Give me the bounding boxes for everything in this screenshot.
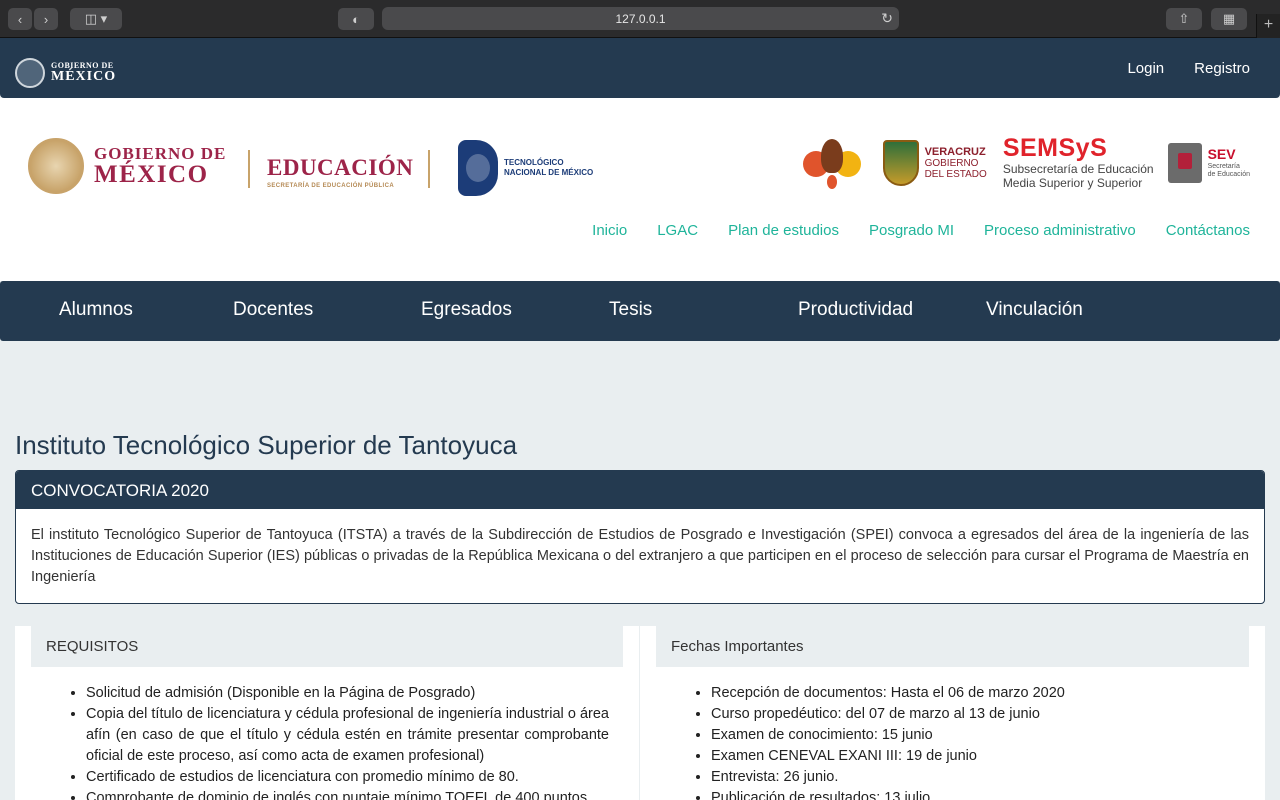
nav-inicio[interactable]: Inicio bbox=[592, 222, 627, 239]
nav-contactanos[interactable]: Contáctanos bbox=[1166, 222, 1250, 239]
gob-line2: MÉXICO bbox=[94, 161, 209, 188]
veracruz-logo: VERACRUZ GOBIERNO DEL ESTADO bbox=[882, 140, 987, 187]
veracruz-shield-icon bbox=[882, 140, 919, 187]
semsys-title: SEMSyS bbox=[1002, 134, 1108, 162]
logo-big-text: MÉXICO bbox=[51, 69, 117, 84]
gob-line1: GOBIERNO DE bbox=[94, 144, 227, 163]
page-title: Instituto Tecnológico Superior de Tantoy… bbox=[15, 430, 518, 460]
semsys-logo: SEMSyS Subsecretaría de Educación Media … bbox=[1003, 136, 1154, 191]
registro-link[interactable]: Registro bbox=[1194, 60, 1250, 77]
address-bar[interactable]: 127.0.0.1 ↻ bbox=[382, 7, 899, 30]
browser-toolbar: ‹ › ◫ ▾ ◐ 127.0.0.1 ↻ ⇧ ▦ + bbox=[0, 0, 1280, 38]
fechas-list: Recepción de documentos: Hasta el 06 de … bbox=[695, 683, 1235, 800]
nav-plan-de-estudios[interactable]: Plan de estudios bbox=[728, 222, 839, 239]
list-item: Certificado de estudios de licenciatura … bbox=[86, 767, 609, 788]
fechas-header: Fechas Importantes bbox=[656, 626, 1249, 667]
new-tab-button[interactable]: + bbox=[1256, 14, 1280, 38]
list-item: Recepción de documentos: Hasta el 06 de … bbox=[711, 683, 1235, 704]
sev-line1: Secretaría bbox=[1207, 162, 1240, 170]
educacion-title: EDUCACIÓN bbox=[267, 155, 414, 180]
sev-logo: SEV Secretaría de Educación bbox=[1167, 143, 1250, 184]
reload-icon[interactable]: ↻ bbox=[881, 10, 893, 27]
requisitos-header: REQUISITOS bbox=[31, 626, 623, 667]
veracruz-line1: VERACRUZ bbox=[924, 146, 986, 159]
list-item: Entrevista: 26 junio. bbox=[711, 767, 1235, 788]
convocatoria-body: El instituto Tecnológico Superior de Tan… bbox=[31, 527, 1249, 585]
login-link[interactable]: Login bbox=[1127, 60, 1164, 77]
gob-mx-logo[interactable]: GOBIERNO DE MÉXICO bbox=[15, 58, 116, 88]
nav-lgac[interactable]: LGAC bbox=[657, 222, 698, 239]
main-nav: Alumnos Docentes Egresados Tesis Product… bbox=[0, 281, 1280, 341]
institution-logo-icon bbox=[799, 137, 865, 190]
list-item: Curso propedéutico: del 07 de marzo al 1… bbox=[711, 704, 1235, 725]
veracruz-line3: DEL ESTADO bbox=[924, 169, 987, 181]
tab-overview-button[interactable]: ▦ bbox=[1211, 8, 1247, 30]
top-nav: Inicio LGAC Plan de estudios Posgrado MI… bbox=[592, 222, 1250, 239]
requisitos-list: Solicitud de admisión (Disponible en la … bbox=[70, 683, 609, 800]
tecnm-gear-icon bbox=[458, 140, 498, 196]
mainnav-alumnos[interactable]: Alumnos bbox=[59, 299, 133, 321]
fechas-panel: Fechas Importantes Recepción de document… bbox=[640, 626, 1265, 800]
requisitos-panel: REQUISITOS Solicitud de admisión (Dispon… bbox=[15, 626, 639, 800]
gov-bar: GOBIERNO DE MÉXICO Login Registro bbox=[0, 38, 1280, 98]
convocatoria-header: CONVOCATORIA 2020 bbox=[16, 471, 1264, 509]
back-button[interactable]: ‹ bbox=[8, 8, 32, 30]
logo-divider bbox=[428, 150, 430, 188]
eagle-seal-icon bbox=[28, 138, 84, 194]
list-item: Examen de conocimiento: 15 junio bbox=[711, 725, 1235, 746]
list-item: Publicación de resultados: 13 julio bbox=[711, 788, 1235, 800]
mainnav-productividad[interactable]: Productividad bbox=[798, 299, 913, 321]
mainnav-docentes[interactable]: Docentes bbox=[233, 299, 313, 321]
nav-proceso-administrativo[interactable]: Proceso administrativo bbox=[984, 222, 1136, 239]
sev-line2: de Educación bbox=[1207, 171, 1250, 179]
semsys-line2: Media Superior y Superior bbox=[1002, 175, 1143, 190]
veracruz-line2: GOBIERNO bbox=[924, 158, 979, 170]
sev-title: SEV bbox=[1207, 145, 1236, 162]
tecnm-line1: TECNOLÓGICO bbox=[504, 158, 564, 167]
list-item: Solicitud de admisión (Disponible en la … bbox=[86, 683, 609, 704]
educacion-logo: EDUCACIÓN SECRETARÍA DE EDUCACIÓN PÚBLIC… bbox=[267, 156, 413, 189]
site-header: GOBIERNO DE MÉXICO EDUCACIÓN SECRETARÍA … bbox=[0, 98, 1280, 281]
eagle-seal-icon bbox=[15, 58, 45, 88]
educacion-subtitle: SECRETARÍA DE EDUCACIÓN PÚBLICA bbox=[267, 183, 395, 189]
share-button[interactable]: ⇧ bbox=[1166, 8, 1202, 30]
sidebar-toggle-button[interactable]: ◫ ▾ bbox=[70, 8, 122, 30]
tecnm-logo: TECNOLÓGICO NACIONAL DE MÉXICO bbox=[458, 140, 593, 196]
semsys-line1: Subsecretaría de Educación bbox=[1002, 162, 1154, 176]
tecnm-line2: NACIONAL DE MÉXICO bbox=[504, 168, 594, 177]
list-item: Examen CENEVAL EXANI III: 19 de junio bbox=[711, 746, 1235, 767]
mainnav-vinculacion[interactable]: Vinculación bbox=[986, 299, 1083, 321]
list-item: Copia del título de licenciatura y cédul… bbox=[86, 704, 609, 767]
privacy-shield-icon[interactable]: ◐ bbox=[338, 8, 374, 30]
logo-divider bbox=[248, 150, 250, 188]
forward-button[interactable]: › bbox=[34, 8, 58, 30]
url-text: 127.0.0.1 bbox=[615, 11, 666, 26]
mainnav-tesis[interactable]: Tesis bbox=[609, 299, 652, 321]
sev-castle-icon bbox=[1167, 143, 1202, 184]
list-item: Comprobante de dominio de inglés con pun… bbox=[86, 788, 609, 800]
convocatoria-card: CONVOCATORIA 2020 El instituto Tecnológi… bbox=[15, 470, 1265, 604]
mainnav-egresados[interactable]: Egresados bbox=[421, 299, 512, 321]
gobierno-logo: GOBIERNO DE MÉXICO bbox=[28, 138, 226, 194]
nav-posgrado-mi[interactable]: Posgrado MI bbox=[869, 222, 954, 239]
